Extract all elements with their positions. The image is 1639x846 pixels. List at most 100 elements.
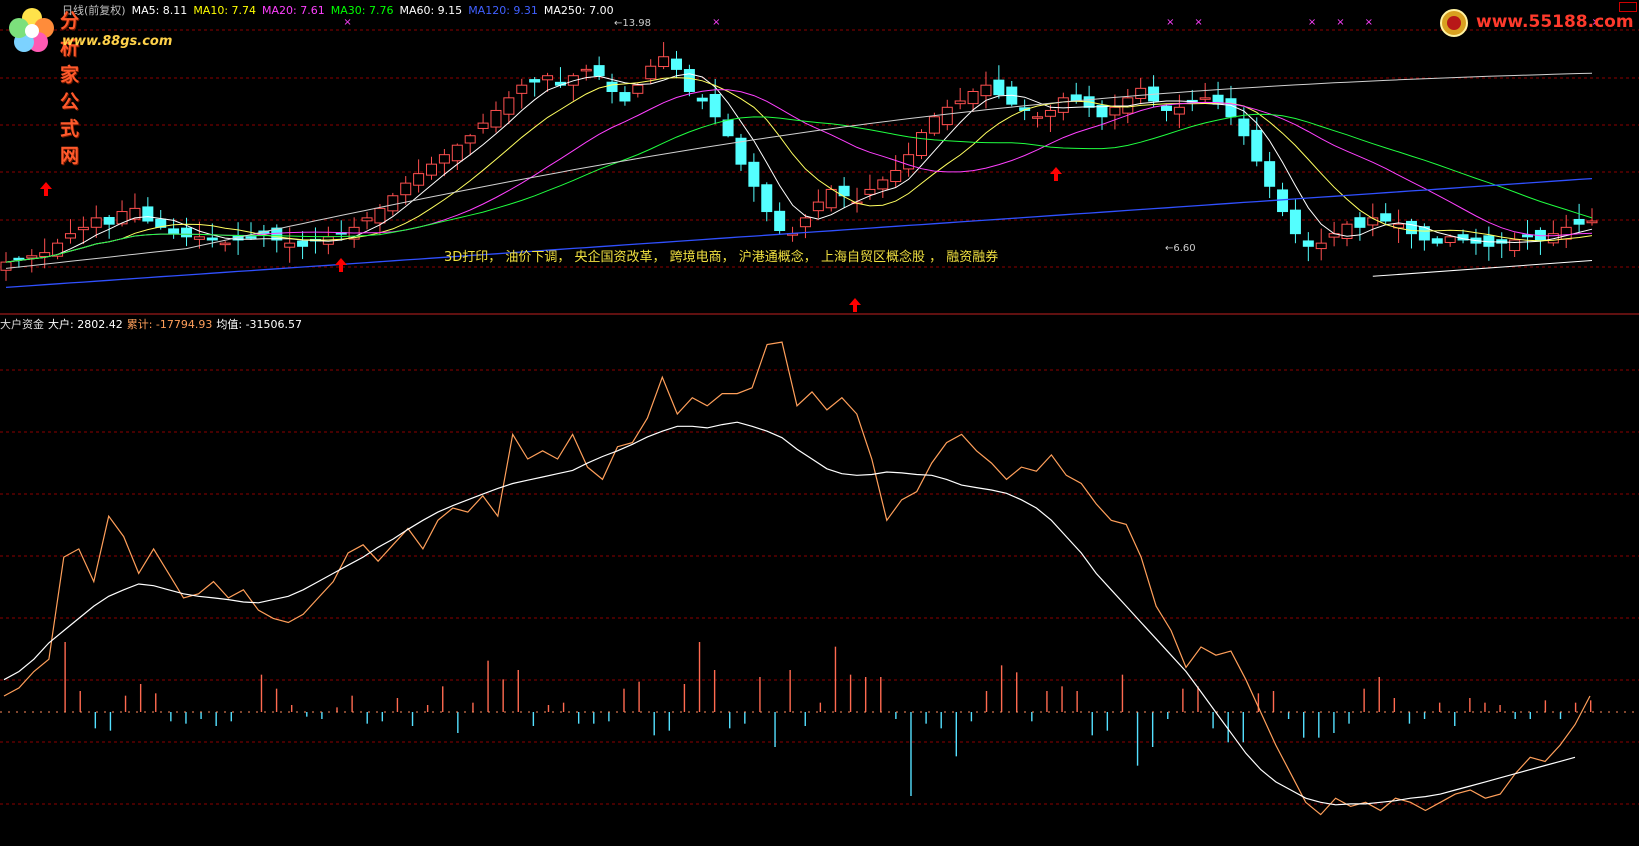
candle-body xyxy=(1509,239,1521,252)
candle-body xyxy=(26,255,38,259)
flow-bar xyxy=(139,684,142,712)
flow-bar xyxy=(1514,712,1516,719)
flow-bar xyxy=(1061,686,1063,712)
signal-arrow-icon xyxy=(1050,167,1062,181)
flow-bar xyxy=(955,712,957,757)
flow-bar xyxy=(502,679,504,712)
candle-body xyxy=(542,75,554,81)
flow-bar xyxy=(94,712,97,729)
signal-arrow-icon xyxy=(335,258,347,272)
flow-bar xyxy=(1454,712,1456,726)
flow-bar xyxy=(517,670,519,712)
candle-body xyxy=(632,84,644,94)
ma-item-ma10: MA10: 7.74 xyxy=(193,4,257,17)
candle-body xyxy=(1277,189,1289,213)
candle-body xyxy=(64,233,76,239)
candle-body xyxy=(245,236,257,239)
candle-body xyxy=(1405,220,1417,235)
flow-bar xyxy=(64,642,66,712)
flow-bar xyxy=(1318,712,1320,738)
flow-bar xyxy=(1167,712,1169,719)
flow-bar xyxy=(577,712,580,724)
flow-bar xyxy=(366,712,368,724)
candle-body xyxy=(928,116,940,134)
candle-body xyxy=(709,93,721,118)
candle-body xyxy=(451,144,463,162)
candle-body xyxy=(1173,106,1185,115)
candle-body xyxy=(400,182,412,196)
candle-body xyxy=(1135,87,1147,99)
flow-bar xyxy=(1303,712,1305,738)
flow-bar xyxy=(895,712,897,719)
flow-bar xyxy=(79,691,81,712)
flow-bar xyxy=(306,712,308,717)
flow-bar xyxy=(275,688,278,712)
candle-body xyxy=(529,79,541,83)
ma-legend: 日线(前复权) MA5: 8.11 MA10: 7.74 MA20: 7.61 MA30… xyxy=(6,2,620,18)
candle-body xyxy=(993,79,1005,96)
flow-bar xyxy=(774,712,776,747)
flow-bar xyxy=(623,688,625,712)
chart-stage[interactable]: × × × × × × × × xyxy=(0,0,1639,842)
flow-bar xyxy=(1544,700,1547,712)
high-price-label: ←13.98 xyxy=(614,18,652,29)
window-corner-box[interactable] xyxy=(1619,2,1637,12)
candle-body xyxy=(671,58,683,70)
flow-bar xyxy=(729,712,731,729)
candle-body xyxy=(142,206,154,222)
flow-bar xyxy=(744,712,746,724)
candle-body xyxy=(941,106,953,126)
candle-body xyxy=(748,161,760,187)
flow-bar xyxy=(109,712,112,731)
ma120-line xyxy=(5,177,1593,289)
candle-body xyxy=(877,179,889,190)
candle-body xyxy=(1225,98,1237,118)
candle-body xyxy=(103,216,115,225)
candle-body xyxy=(980,84,992,97)
x-marker: × xyxy=(712,17,720,28)
candle-body xyxy=(297,240,309,247)
flow-bar xyxy=(215,712,217,726)
candle-body xyxy=(645,65,657,80)
flow-bar xyxy=(532,712,535,726)
flow-bar xyxy=(1151,712,1154,747)
flow-bar xyxy=(1529,712,1531,719)
flow-bar xyxy=(260,674,263,712)
flow-bar xyxy=(985,691,988,712)
flow-bar xyxy=(1469,698,1471,712)
flow-bar xyxy=(336,707,338,712)
flow-bar xyxy=(487,660,489,712)
flow-bar xyxy=(155,693,157,712)
flow-bar xyxy=(170,712,172,722)
flow-bar xyxy=(1484,702,1486,712)
price-chart-svg[interactable]: × × × × × × × × xyxy=(0,0,1639,842)
ma-item-ma20: MA20: 7.61 xyxy=(262,4,325,17)
candle-body xyxy=(90,217,102,228)
flow-bar xyxy=(1182,688,1184,712)
x-marker: × xyxy=(1166,17,1174,28)
flow-bar xyxy=(1393,698,1396,712)
candle-body xyxy=(967,91,979,105)
flow-bar xyxy=(1408,712,1411,724)
candle-body xyxy=(722,119,734,137)
candle-body xyxy=(374,207,386,224)
candle-body xyxy=(696,97,708,102)
flow-bar xyxy=(200,712,202,719)
flow-bar xyxy=(698,642,701,712)
flow-bar xyxy=(1031,712,1033,722)
ma-item-ma120: MA120: 9.31 xyxy=(468,4,538,17)
flow-bar xyxy=(1016,672,1018,712)
candle-body xyxy=(1444,236,1456,243)
flow-bar xyxy=(442,686,444,712)
flow-bar xyxy=(1287,712,1290,719)
signal-arrow-icon xyxy=(849,298,861,312)
candle-body xyxy=(774,210,786,231)
flow-bar xyxy=(321,712,323,719)
flow-bar xyxy=(759,677,761,712)
flow-bar xyxy=(1574,702,1577,712)
flow-bar xyxy=(713,670,716,712)
flow-bar xyxy=(426,705,429,712)
candle-body xyxy=(181,227,193,238)
candle-body xyxy=(438,154,450,164)
candle-body xyxy=(593,65,605,77)
